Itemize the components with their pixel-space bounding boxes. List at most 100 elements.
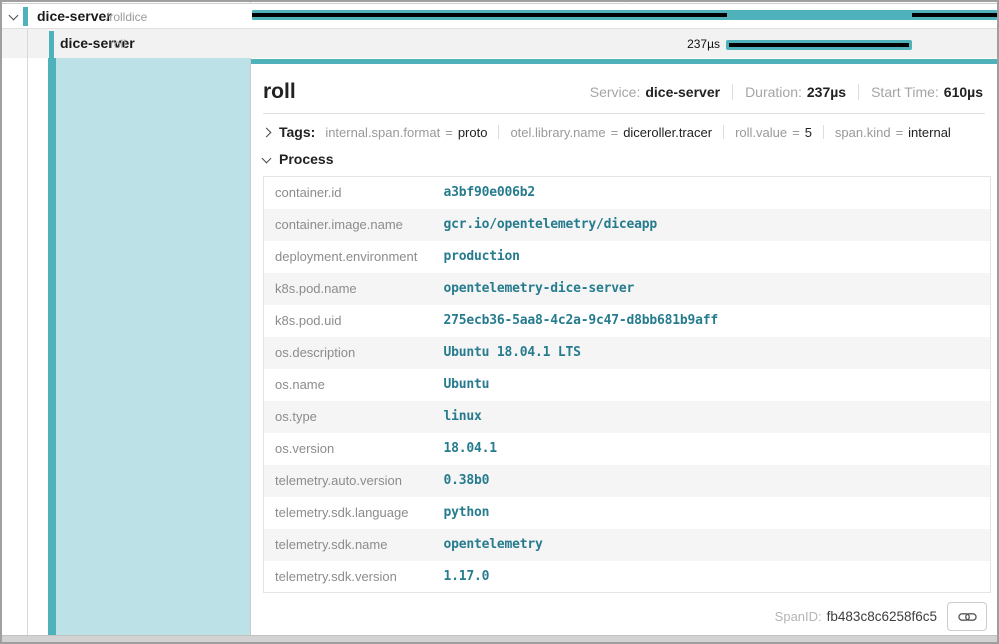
horizontal-scrollbar-track[interactable] [0,635,999,642]
indent-guide [27,29,28,58]
critical-path-segment [729,43,909,47]
tags-label[interactable]: Tags: [279,124,315,140]
table-row: os.typelinux [264,401,991,433]
header-divider [263,113,985,114]
tag-item: span.kind = internal [835,125,951,140]
kv-value: linux [444,401,991,433]
kv-key: k8s.pod.name [264,273,444,305]
chevron-right-icon[interactable] [262,128,272,138]
copy-link-button[interactable] [947,602,987,631]
table-row: telemetry.sdk.nameopentelemetry [264,529,991,561]
kv-key: os.name [264,369,444,401]
tag-key: otel.library.name [510,125,605,140]
span-service-name[interactable]: dice-server [37,8,112,24]
span-color-bar [49,31,54,58]
span-color-bar [23,7,28,26]
span-detail-title: roll [263,80,296,104]
span-operation-name[interactable]: /rolldice [106,10,147,24]
kv-key: os.type [264,401,444,433]
service-value: dice-server [645,84,720,100]
equals-sign: = [445,125,453,140]
kv-key: deployment.environment [264,241,444,273]
kv-value: python [444,497,991,529]
kv-key: telemetry.sdk.language [264,497,444,529]
kv-key: telemetry.sdk.name [264,529,444,561]
table-row: telemetry.auto.version0.38b0 [264,465,991,497]
kv-value: 0.38b0 [444,465,991,497]
kv-value: opentelemetry-dice-server [444,273,991,305]
span-detail-footer: SpanID: fb483c8c6258f6c5 [775,602,987,631]
tag-item: otel.library.name = diceroller.tracer [510,125,712,140]
duration-label: Duration: [745,84,802,100]
tag-key: span.kind [835,125,891,140]
tag-item: internal.span.format = proto [325,125,487,140]
span-detail-panel: roll Service: dice-server Duration: 237µ… [250,58,997,635]
panel-accent-border [251,59,997,64]
tag-value: internal [908,125,951,140]
kv-key: telemetry.sdk.version [264,561,444,593]
kv-value: a3bf90e006b2 [444,177,991,209]
indent-guide [27,58,28,635]
divider [732,84,733,100]
span-id-label: SpanID: [775,609,822,624]
trace-detail-page: dice-server /rolldice dice-server roll 2… [0,0,999,644]
table-row: k8s.pod.uid275ecb36-5aa8-4c2a-9c47-d8bb6… [264,305,991,337]
span-detail-highlight [56,58,250,635]
table-row: telemetry.sdk.languagepython [264,497,991,529]
tag-key: internal.span.format [325,125,440,140]
critical-path-segment [912,13,997,17]
span-detail-overview: Service: dice-server Duration: 237µs Sta… [590,84,983,100]
kv-value: 18.04.1 [444,433,991,465]
kv-value: Ubuntu 18.04.1 LTS [444,337,991,369]
chevron-down-icon[interactable] [262,153,272,163]
tag-separator [823,125,824,139]
table-row: deployment.environmentproduction [264,241,991,273]
table-row: k8s.pod.nameopentelemetry-dice-server [264,273,991,305]
process-section-header[interactable]: Process [263,151,333,167]
equals-sign: = [611,125,619,140]
kv-value: production [444,241,991,273]
kv-value: gcr.io/opentelemetry/diceapp [444,209,991,241]
kv-value: Ubuntu [444,369,991,401]
start-time-label: Start Time: [871,84,939,100]
span-operation-name[interactable]: roll [110,37,126,51]
critical-path-segment [252,13,727,17]
kv-key: os.description [264,337,444,369]
equals-sign: = [896,125,904,140]
process-kv-table: container.ida3bf90e006b2 container.image… [263,176,991,593]
span-id-value: fb483c8c6258f6c5 [827,609,937,624]
table-row: os.nameUbuntu [264,369,991,401]
tag-value: proto [458,125,488,140]
kv-key: k8s.pod.uid [264,305,444,337]
span-duration-label: 237µs [620,37,720,51]
kv-key: os.version [264,433,444,465]
table-row: os.descriptionUbuntu 18.04.1 LTS [264,337,991,369]
start-time-value: 610µs [944,84,983,100]
tag-value: diceroller.tracer [623,125,712,140]
tag-item: roll.value = 5 [735,125,812,140]
kv-value: opentelemetry [444,529,991,561]
span-color-bar-expanded [48,58,56,635]
table-row: os.version18.04.1 [264,433,991,465]
service-label: Service: [590,84,641,100]
kv-key: container.id [264,177,444,209]
process-label[interactable]: Process [279,151,333,167]
kv-key: container.image.name [264,209,444,241]
tags-section-header[interactable]: Tags: internal.span.format = proto otel.… [263,121,951,143]
kv-value: 1.17.0 [444,561,991,593]
link-icon [958,610,977,624]
detail-left-column [0,58,250,635]
table-row: telemetry.sdk.version1.17.0 [264,561,991,593]
tag-value: 5 [805,125,812,140]
divider [858,84,859,100]
kv-value: 275ecb36-5aa8-4c2a-9c47-d8bb681b9aff [444,305,991,337]
kv-key: telemetry.auto.version [264,465,444,497]
equals-sign: = [792,125,800,140]
tag-separator [723,125,724,139]
tag-separator [498,125,499,139]
table-row: container.image.namegcr.io/opentelemetry… [264,209,991,241]
table-row: container.ida3bf90e006b2 [264,177,991,209]
tag-key: roll.value [735,125,787,140]
duration-value: 237µs [807,84,846,100]
collapse-chevron-icon[interactable] [9,11,19,21]
